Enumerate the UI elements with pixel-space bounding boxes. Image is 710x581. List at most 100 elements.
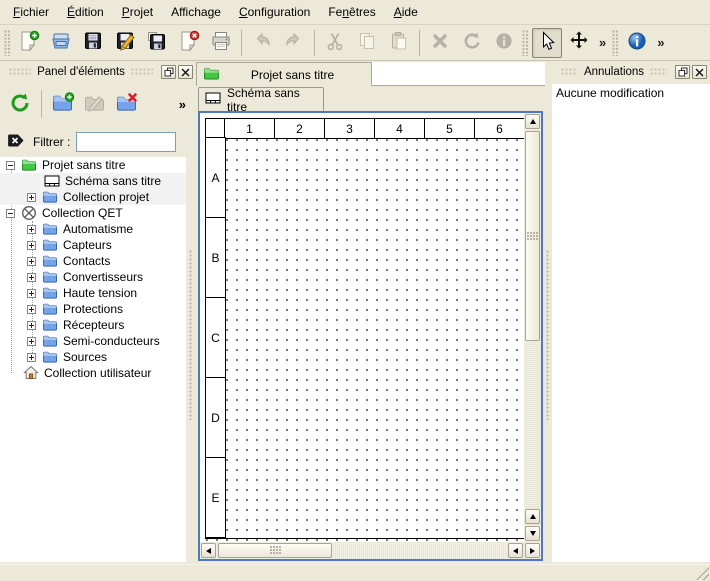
close-panel-button[interactable] bbox=[178, 65, 193, 79]
project-folder-icon bbox=[21, 157, 37, 173]
selection-mode-button[interactable] bbox=[532, 28, 562, 58]
menu-affichage[interactable]: Affichage bbox=[162, 2, 230, 22]
toolbar-overflow-button[interactable]: » bbox=[653, 35, 668, 50]
delete-button[interactable] bbox=[425, 28, 455, 58]
schema-tab-label: Schéma sans titre bbox=[227, 86, 317, 114]
delete-icon bbox=[429, 30, 451, 55]
restore-icon bbox=[164, 67, 174, 77]
cut-button[interactable] bbox=[320, 28, 350, 58]
tree-item-automatisme[interactable]: Automatisme bbox=[0, 221, 186, 237]
menu-fichier[interactable]: Fichier bbox=[4, 2, 58, 22]
up-arrow-icon bbox=[530, 119, 536, 124]
pan-mode-button[interactable] bbox=[564, 28, 594, 58]
toolbar-handle[interactable] bbox=[612, 30, 619, 56]
diagram-canvas[interactable]: 1 2 3 4 5 6 A B C D E bbox=[200, 113, 524, 542]
clear-filter-icon[interactable] bbox=[6, 131, 25, 153]
tree-item-recepteurs[interactable]: Récepteurs bbox=[0, 317, 186, 333]
paste-button[interactable] bbox=[384, 28, 414, 58]
about-info-button[interactable] bbox=[622, 28, 652, 58]
toolbar-handle[interactable] bbox=[4, 30, 11, 56]
collapse-icon[interactable] bbox=[6, 209, 15, 218]
expand-icon[interactable] bbox=[27, 289, 36, 298]
diagram-view[interactable]: 1 2 3 4 5 6 A B C D E bbox=[198, 111, 543, 561]
new-category-button[interactable] bbox=[47, 88, 79, 120]
open-button[interactable] bbox=[46, 28, 76, 58]
expand-icon[interactable] bbox=[27, 337, 36, 346]
panel-toolbar-overflow-button[interactable]: » bbox=[179, 97, 192, 112]
undo-list-item[interactable]: Aucune modification bbox=[552, 84, 710, 102]
float-panel-button[interactable] bbox=[675, 65, 690, 79]
rotate-button[interactable] bbox=[457, 28, 487, 58]
elements-panel-titlebar[interactable]: Panel d'éléments bbox=[0, 62, 196, 82]
tree-item-semi-conducteurs[interactable]: Semi-conducteurs bbox=[0, 333, 186, 349]
expand-icon[interactable] bbox=[27, 353, 36, 362]
tab-project[interactable]: Projet sans titre bbox=[196, 62, 372, 86]
scroll-left-button[interactable] bbox=[508, 543, 523, 558]
expand-icon[interactable] bbox=[27, 241, 36, 250]
vertical-scrollbar[interactable] bbox=[524, 113, 541, 542]
expand-icon[interactable] bbox=[27, 225, 36, 234]
scroll-right-button[interactable] bbox=[525, 543, 540, 558]
tree-item-protections[interactable]: Protections bbox=[0, 301, 186, 317]
vertical-scroll-thumb[interactable] bbox=[525, 131, 540, 341]
tree-item-collection-projet[interactable]: Collection projet bbox=[0, 189, 186, 205]
undo-panel-titlebar[interactable]: Annulations bbox=[552, 62, 710, 82]
scroll-left-button[interactable] bbox=[201, 543, 216, 558]
project-tab-label: Projet sans titre bbox=[220, 68, 365, 82]
left-dock-splitter[interactable] bbox=[189, 250, 193, 420]
tree-item-collection-qet[interactable]: Collection QET bbox=[0, 205, 186, 221]
scroll-up-button[interactable] bbox=[525, 509, 540, 524]
menu-edition[interactable]: Édition bbox=[58, 2, 113, 22]
print-icon bbox=[210, 30, 232, 55]
undo-history-list[interactable]: Aucune modification bbox=[552, 84, 710, 562]
reload-collections-button[interactable] bbox=[4, 88, 36, 120]
scroll-down-button[interactable] bbox=[525, 526, 540, 541]
tree-item-haute-tension[interactable]: Haute tension bbox=[0, 285, 186, 301]
menu-aide[interactable]: Aide bbox=[385, 2, 427, 22]
new-project-button[interactable] bbox=[14, 28, 44, 58]
expand-icon[interactable] bbox=[27, 257, 36, 266]
right-dock-splitter[interactable] bbox=[546, 250, 550, 420]
dock-handle-texture bbox=[131, 68, 153, 76]
save-all-button[interactable] bbox=[142, 28, 172, 58]
expand-icon[interactable] bbox=[27, 305, 36, 314]
expand-icon[interactable] bbox=[27, 321, 36, 330]
expand-icon[interactable] bbox=[27, 193, 36, 202]
tree-item-contacts[interactable]: Contacts bbox=[0, 253, 186, 269]
close-file-button[interactable] bbox=[174, 28, 204, 58]
copy-button[interactable] bbox=[352, 28, 382, 58]
tree-item-collection-utilisateur[interactable]: Collection utilisateur bbox=[0, 365, 186, 381]
menu-fenetres[interactable]: Fenêtres bbox=[319, 2, 384, 22]
elements-tree: Projet sans titre Schéma sans titre Coll… bbox=[0, 157, 186, 562]
tab-schema[interactable]: Schéma sans titre bbox=[198, 87, 324, 111]
delete-category-button[interactable] bbox=[111, 88, 143, 120]
print-button[interactable] bbox=[206, 28, 236, 58]
save-as-button[interactable] bbox=[110, 28, 140, 58]
window-resize-grip[interactable] bbox=[696, 567, 709, 580]
schema-tab-bar: Schéma sans titre bbox=[196, 86, 545, 111]
save-button[interactable] bbox=[78, 28, 108, 58]
collapse-icon[interactable] bbox=[6, 161, 15, 170]
menu-projet[interactable]: Projet bbox=[113, 2, 162, 22]
undo-button[interactable] bbox=[247, 28, 277, 58]
menu-configuration[interactable]: Configuration bbox=[230, 2, 319, 22]
horizontal-scrollbar[interactable] bbox=[200, 542, 541, 559]
move-cross-icon bbox=[568, 30, 590, 55]
element-info-button[interactable] bbox=[489, 28, 519, 58]
filter-input[interactable] bbox=[76, 132, 176, 152]
toolbar-handle[interactable] bbox=[522, 30, 529, 56]
tree-item-convertisseurs[interactable]: Convertisseurs bbox=[0, 269, 186, 285]
expand-icon[interactable] bbox=[27, 273, 36, 282]
cursor-arrow-icon bbox=[536, 30, 558, 55]
tree-item-capteurs[interactable]: Capteurs bbox=[0, 237, 186, 253]
scroll-up-button[interactable] bbox=[525, 114, 540, 129]
redo-button[interactable] bbox=[279, 28, 309, 58]
toolbar-overflow-button[interactable]: » bbox=[595, 35, 610, 50]
close-panel-button[interactable] bbox=[692, 65, 707, 79]
tree-item-sources[interactable]: Sources bbox=[0, 349, 186, 365]
tree-item-project[interactable]: Projet sans titre bbox=[0, 157, 186, 173]
tree-item-schema[interactable]: Schéma sans titre bbox=[0, 173, 186, 189]
float-panel-button[interactable] bbox=[161, 65, 176, 79]
edit-category-button[interactable] bbox=[79, 88, 111, 120]
horizontal-scroll-thumb[interactable] bbox=[218, 543, 332, 558]
